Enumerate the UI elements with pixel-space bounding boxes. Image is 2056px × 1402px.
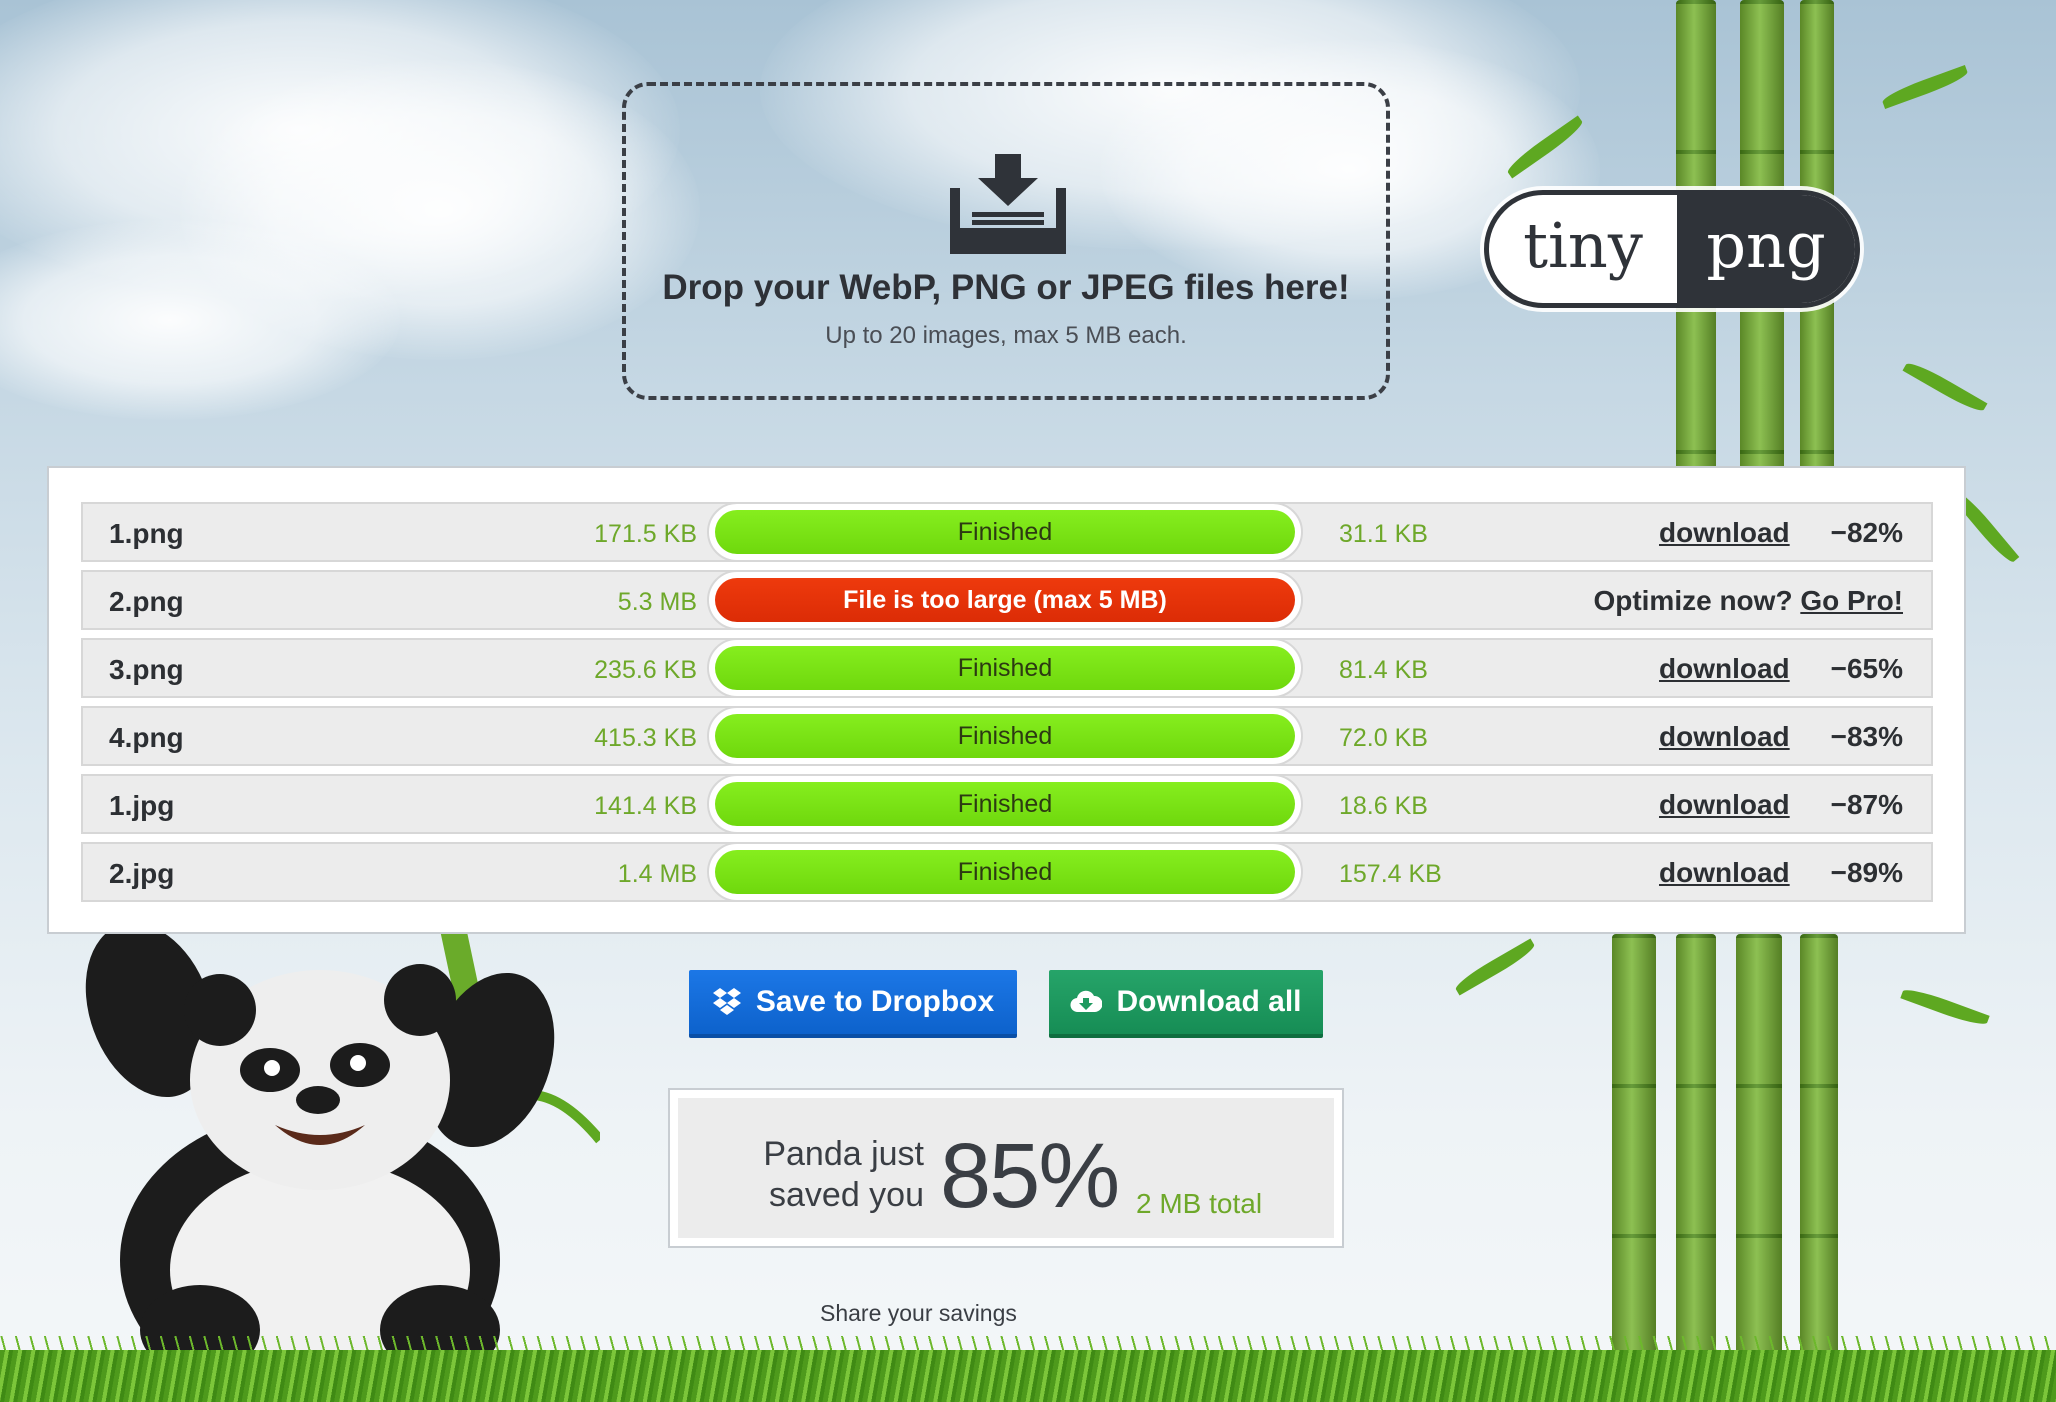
file-row: 1.png 171.5 KB Finished 31.1 KB download… [81, 502, 1933, 562]
file-row: 1.jpg 141.4 KB Finished 18.6 KB download… [81, 774, 1933, 834]
original-size: 235.6 KB [594, 656, 697, 684]
original-size: 5.3 MB [617, 588, 697, 616]
total-savings-size: 2 MB total [1136, 1188, 1263, 1219]
progress-bar: Finished [707, 842, 1303, 902]
share-savings-link[interactable]: Share your savings [820, 1300, 1017, 1327]
dropbox-icon [712, 988, 741, 1015]
compressed-size: 157.4 KB [1339, 860, 1442, 888]
dropzone-subtitle: Up to 20 images, max 5 MB each. [825, 322, 1187, 349]
savings-percent: −65% [1830, 653, 1903, 684]
original-size: 141.4 KB [594, 792, 697, 820]
savings-percent: −83% [1830, 721, 1903, 752]
compressed-size: 31.1 KB [1339, 520, 1428, 548]
file-name: 1.jpg [109, 790, 175, 821]
file-row: 4.png 415.3 KB Finished 72.0 KB download… [81, 706, 1933, 766]
download-link[interactable]: download [1659, 517, 1790, 549]
file-drop-zone[interactable]: Drop your WebP, PNG or JPEG files here! … [622, 82, 1390, 400]
bamboo-stalk [1612, 934, 1656, 1374]
original-size: 415.3 KB [594, 724, 697, 752]
original-size: 1.4 MB [617, 860, 697, 888]
download-link[interactable]: download [1659, 857, 1790, 889]
results-panel: 1.png 171.5 KB Finished 31.1 KB download… [47, 466, 1966, 934]
savings-box: Panda just saved you 85% 2 MB total [678, 1098, 1334, 1238]
cloud-download-icon [1070, 990, 1103, 1013]
download-all-label: Download all [1116, 985, 1302, 1018]
logo-text-tiny: tiny [1523, 208, 1643, 282]
bamboo-leaf [1902, 358, 1988, 416]
file-row: 3.png 235.6 KB Finished 81.4 KB download… [81, 638, 1933, 698]
compressed-size: 72.0 KB [1339, 724, 1428, 752]
file-row: 2.png 5.3 MB File is too large (max 5 MB… [81, 570, 1933, 630]
download-link[interactable]: download [1659, 653, 1790, 685]
optimize-text: Optimize now? [1593, 585, 1793, 616]
error-label: File is too large (max 5 MB) [715, 578, 1295, 622]
original-size: 171.5 KB [594, 520, 697, 548]
progress-bar: Finished [707, 638, 1303, 698]
file-name: 2.jpg [109, 858, 175, 889]
compressed-size: 18.6 KB [1339, 792, 1428, 820]
upgrade-prompt: Optimize now? Go Pro! [1593, 585, 1903, 617]
savings-caption-line2: saved you [769, 1175, 924, 1214]
bamboo-stalk [1736, 934, 1782, 1374]
dropbox-button-label: Save to Dropbox [755, 985, 995, 1018]
status-label: Finished [715, 510, 1295, 554]
savings-summary: Panda just saved you 85% 2 MB total [668, 1088, 1344, 1248]
file-name: 2.png [109, 586, 184, 617]
grass-ground [0, 1350, 2056, 1402]
file-name: 4.png [109, 722, 184, 753]
compressed-size: 81.4 KB [1339, 656, 1428, 684]
bamboo-stalk [1800, 934, 1838, 1374]
bamboo-stalk [1676, 934, 1716, 1374]
progress-bar: File is too large (max 5 MB) [707, 570, 1303, 630]
save-to-dropbox-button[interactable]: Save to Dropbox [689, 970, 1017, 1038]
savings-percent: −87% [1830, 789, 1903, 820]
status-label: Finished [715, 850, 1295, 894]
progress-bar: Finished [707, 774, 1303, 834]
logo-text-png: png [1677, 195, 1855, 303]
savings-caption-line1: Panda just [763, 1135, 924, 1173]
bamboo-leaf [1452, 938, 1538, 996]
progress-bar: Finished [707, 706, 1303, 766]
dropzone-title: Drop your WebP, PNG or JPEG files here! [662, 268, 1350, 307]
tinypng-logo[interactable]: tiny png [1484, 190, 1860, 308]
panda-mascot-icon [85, 910, 600, 1380]
progress-bar: Finished [707, 502, 1303, 562]
status-label: Finished [715, 782, 1295, 826]
download-tray-icon [950, 154, 1066, 254]
status-label: Finished [715, 714, 1295, 758]
bamboo-leaf [1880, 65, 1970, 109]
file-row: 2.jpg 1.4 MB Finished 157.4 KB download … [81, 842, 1933, 902]
status-label: Finished [715, 646, 1295, 690]
go-pro-link[interactable]: Go Pro! [1800, 585, 1903, 616]
total-savings-percent: 85% [940, 1125, 1120, 1227]
download-all-button[interactable]: Download all [1049, 970, 1323, 1038]
file-name: 3.png [109, 654, 184, 685]
bamboo-leaf [1900, 985, 1990, 1029]
file-name: 1.png [109, 518, 184, 549]
savings-caption: Panda just saved you [744, 1134, 924, 1216]
savings-percent: −82% [1830, 517, 1903, 548]
download-link[interactable]: download [1659, 789, 1790, 821]
download-link[interactable]: download [1659, 721, 1790, 753]
savings-percent: −89% [1830, 857, 1903, 888]
